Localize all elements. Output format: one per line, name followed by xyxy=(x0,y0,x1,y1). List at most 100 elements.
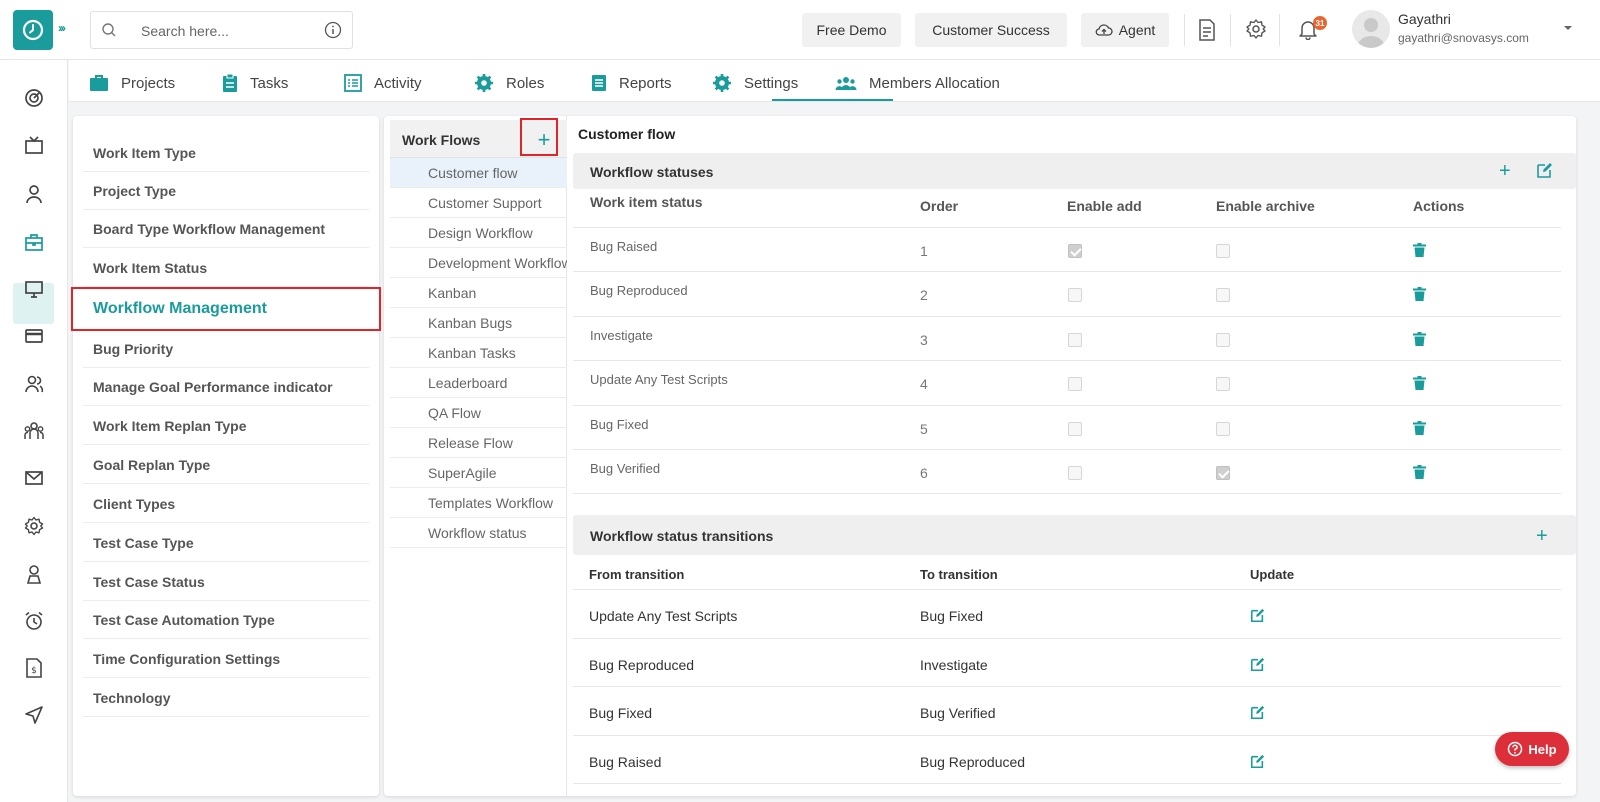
delete-trash-icon[interactable] xyxy=(1413,376,1426,391)
settings-item-test-case-automation-type[interactable]: Test Case Automation Type xyxy=(83,601,369,639)
workflow-item[interactable]: Development Workflow xyxy=(390,248,567,278)
enable-archive-checkbox[interactable] xyxy=(1216,288,1230,303)
workflow-item[interactable]: Templates Workflow xyxy=(390,488,567,518)
settings-item-test-case-type[interactable]: Test Case Type xyxy=(83,524,369,562)
badge-user-icon[interactable] xyxy=(22,562,46,586)
workflow-item[interactable]: Kanban Tasks xyxy=(390,338,567,368)
enable-archive-checkbox[interactable] xyxy=(1216,421,1230,436)
enable-add-checkbox[interactable] xyxy=(1068,244,1082,258)
tab-activity[interactable]: Activity xyxy=(344,68,422,98)
team-icon[interactable] xyxy=(22,419,46,443)
settings-item-bug-priority[interactable]: Bug Priority xyxy=(83,330,369,368)
edit-transition-icon[interactable] xyxy=(1250,754,1265,769)
enable-add-checkbox[interactable] xyxy=(1068,288,1082,303)
tab-projects[interactable]: Projects xyxy=(89,68,175,98)
edit-icon[interactable] xyxy=(1536,162,1553,179)
free-demo-label: Free Demo xyxy=(816,22,887,38)
people-icon xyxy=(835,77,857,90)
users-icon[interactable] xyxy=(22,372,46,396)
invoice-icon[interactable]: $ xyxy=(22,656,46,680)
tab-members-allocation[interactable]: Members Allocation xyxy=(835,68,1000,98)
app-logo[interactable] xyxy=(13,10,53,50)
cog-icon[interactable] xyxy=(22,514,46,538)
delete-trash-icon[interactable] xyxy=(1413,287,1426,302)
settings-item-client-types[interactable]: Client Types xyxy=(83,485,369,523)
tv-icon[interactable] xyxy=(22,134,46,158)
workflow-item[interactable]: Release Flow xyxy=(390,428,567,458)
row-divider xyxy=(573,493,1561,495)
document-icon[interactable] xyxy=(1197,18,1217,42)
settings-item-board-type-workflow[interactable]: Board Type Workflow Management xyxy=(83,210,369,248)
workflow-list-title: Work Flows xyxy=(402,132,481,148)
dashboard-icon[interactable] xyxy=(22,86,46,110)
user-icon[interactable] xyxy=(22,182,46,206)
workflow-item[interactable]: Workflow status xyxy=(390,518,567,548)
tab-settings[interactable]: Settings xyxy=(712,68,798,98)
enable-add-checkbox[interactable] xyxy=(1068,377,1082,392)
send-icon[interactable] xyxy=(22,703,46,727)
expand-sidebar-icon[interactable]: ››› xyxy=(58,21,66,35)
add-transition-icon[interactable]: + xyxy=(1536,526,1548,546)
settings-item-project-type[interactable]: Project Type xyxy=(83,172,369,210)
tab-roles[interactable]: Roles xyxy=(474,68,544,98)
settings-item-work-item-type[interactable]: Work Item Type xyxy=(83,134,369,172)
workflow-title: Customer flow xyxy=(578,126,676,142)
divider xyxy=(1279,14,1280,46)
divider xyxy=(1230,14,1231,46)
row-divider xyxy=(573,271,1561,273)
workflow-item[interactable]: SuperAgile xyxy=(390,458,567,488)
help-button[interactable]: Help xyxy=(1495,732,1569,766)
cloud-upload-icon xyxy=(1095,24,1113,36)
workflow-item[interactable]: Customer Support xyxy=(390,188,567,218)
edit-transition-icon[interactable] xyxy=(1250,705,1265,720)
settings-item-time-configuration[interactable]: Time Configuration Settings xyxy=(83,640,369,678)
tab-reports[interactable]: Reports xyxy=(591,68,672,98)
enable-add-checkbox[interactable] xyxy=(1068,421,1082,436)
settings-item-goal-replan-type[interactable]: Goal Replan Type xyxy=(83,446,369,484)
delete-trash-icon[interactable] xyxy=(1413,331,1426,346)
delete-trash-icon[interactable] xyxy=(1413,243,1426,257)
workflow-item[interactable]: Kanban Bugs xyxy=(390,308,567,338)
briefcase-icon[interactable] xyxy=(22,230,46,254)
settings-item-work-item-status[interactable]: Work Item Status xyxy=(83,249,369,287)
status-name: Bug Raised xyxy=(590,239,658,254)
enable-add-checkbox[interactable] xyxy=(1068,332,1082,347)
delete-trash-icon[interactable] xyxy=(1413,465,1426,479)
search-box[interactable]: Search here... xyxy=(90,11,353,49)
status-order: 3 xyxy=(920,331,928,348)
enable-add-checkbox[interactable] xyxy=(1068,466,1082,480)
workflow-item[interactable]: Kanban xyxy=(390,278,567,308)
column-update: Update xyxy=(1250,567,1295,582)
avatar[interactable] xyxy=(1352,10,1390,48)
row-divider xyxy=(573,637,1561,639)
settings-item-test-case-status[interactable]: Test Case Status xyxy=(83,563,369,601)
search-input[interactable]: Search here... xyxy=(141,23,229,39)
edit-transition-icon[interactable] xyxy=(1250,608,1265,623)
enable-archive-checkbox[interactable] xyxy=(1216,377,1230,392)
edit-transition-icon[interactable] xyxy=(1250,657,1265,672)
list-icon xyxy=(344,74,362,92)
settings-gear-icon[interactable] xyxy=(1245,18,1267,40)
free-demo-button[interactable]: Free Demo xyxy=(802,13,901,47)
workflow-item[interactable]: Leaderboard xyxy=(390,368,567,398)
workflow-item[interactable]: Customer flow xyxy=(390,158,567,188)
info-icon[interactable] xyxy=(324,21,342,39)
delete-trash-icon[interactable] xyxy=(1413,420,1426,435)
alarm-clock-icon[interactable] xyxy=(22,609,46,633)
card-icon[interactable] xyxy=(22,324,46,348)
agent-button[interactable]: Agent xyxy=(1081,13,1169,47)
workflow-item[interactable]: QA Flow xyxy=(390,398,567,428)
user-menu-caret-icon[interactable] xyxy=(1563,24,1573,32)
enable-archive-checkbox[interactable] xyxy=(1216,332,1230,347)
tab-tasks[interactable]: Tasks xyxy=(222,68,288,98)
enable-archive-checkbox[interactable] xyxy=(1216,466,1230,480)
settings-item-technology[interactable]: Technology xyxy=(83,679,369,717)
settings-item-goal-performance-indicator[interactable]: Manage Goal Performance indicator xyxy=(83,368,369,406)
enable-archive-checkbox[interactable] xyxy=(1216,244,1230,258)
customer-success-button[interactable]: Customer Success xyxy=(915,13,1067,47)
add-status-icon[interactable]: + xyxy=(1499,161,1511,181)
workflow-item[interactable]: Design Workflow xyxy=(390,218,567,248)
settings-item-work-item-replan-type[interactable]: Work Item Replan Type xyxy=(83,407,369,445)
mail-icon[interactable] xyxy=(22,466,46,490)
monitor-icon[interactable] xyxy=(22,277,46,301)
